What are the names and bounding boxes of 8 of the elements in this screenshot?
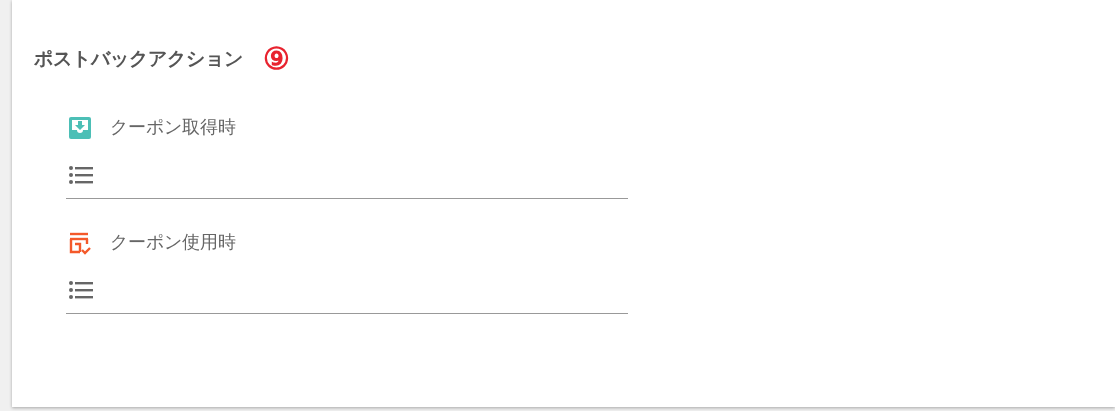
- action-label: クーポン使用時: [110, 231, 236, 254]
- inbox-download-icon: [68, 115, 92, 140]
- list-icon: [68, 278, 94, 301]
- step-number: ⑨: [263, 44, 290, 74]
- action-label: クーポン取得時: [110, 116, 236, 139]
- list-icon: [68, 163, 94, 186]
- section-title: ポストバックアクション: [34, 46, 243, 71]
- store-check-icon: [68, 230, 92, 255]
